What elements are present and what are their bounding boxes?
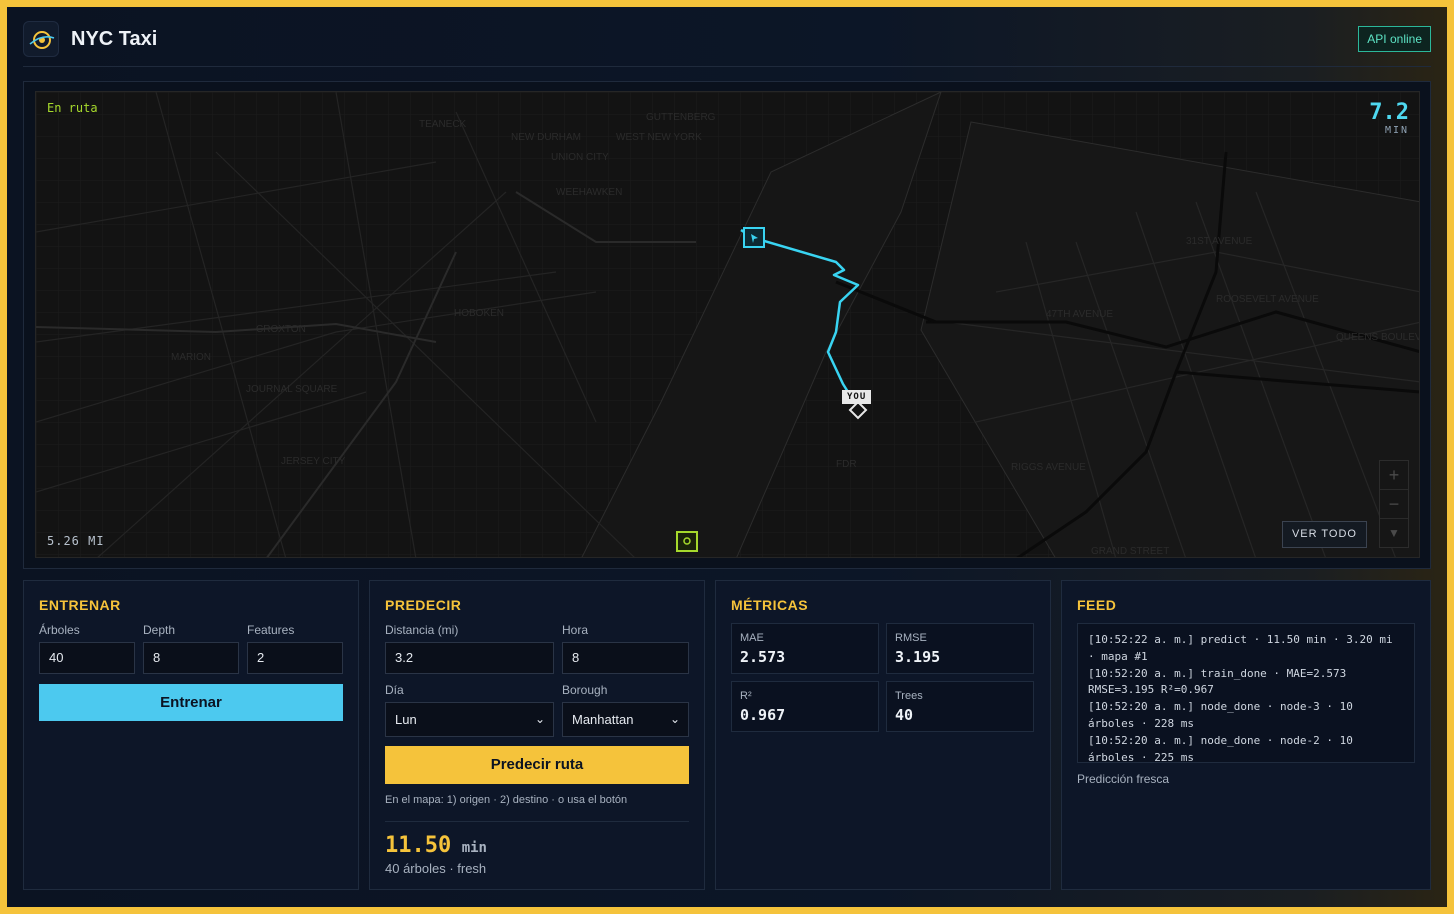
feed-entry: [10:52:20 a. m.] node_done · node-2 · 10… xyxy=(1088,733,1353,763)
map-label: QUEENS BOULEVARD xyxy=(1336,332,1420,343)
hour-label: Hora xyxy=(562,623,589,637)
train-button[interactable]: Entrenar xyxy=(39,684,343,721)
map-background: CROXTON MARION JOURNAL SQUARE JERSEY CIT… xyxy=(36,92,1420,557)
metric-mae: MAE 2.573 xyxy=(731,623,879,674)
predict-route-button[interactable]: Predecir ruta xyxy=(385,746,689,784)
feed-entry: [10:52:20 a. m.] node_done · node-3 · 10… xyxy=(1088,700,1353,730)
feed-entry: [10:52:20 a. m.] train_done · MAE=2.573 … xyxy=(1088,666,1347,697)
metric-value: 0.967 xyxy=(740,706,786,724)
map-label: HOBOKEN xyxy=(454,308,504,319)
trees-label: Árboles xyxy=(39,623,80,637)
borough-select-value: Manhattan xyxy=(572,712,634,727)
metric-value: 3.195 xyxy=(895,648,941,666)
chevron-down-icon: ⌄ xyxy=(669,712,680,726)
zoom-in-button[interactable]: + xyxy=(1380,461,1408,490)
features-input[interactable]: 2 xyxy=(247,642,343,674)
map-label: FDR xyxy=(836,459,857,470)
metric-label: RMSE xyxy=(895,632,927,644)
map-panel: CROXTON MARION JOURNAL SQUARE JERSEY CIT… xyxy=(23,81,1431,569)
api-status-badge: API online xyxy=(1358,26,1431,52)
you-marker-label: YOU xyxy=(842,390,872,404)
origin-marker-icon[interactable] xyxy=(743,227,765,248)
predict-panel: PREDECIR Distancia (mi) Hora 3.2 8 Día B… xyxy=(369,580,705,890)
map-label: GUTTENBERG xyxy=(646,112,716,123)
prediction-result: 11.50 min xyxy=(385,833,487,858)
day-label: Día xyxy=(385,683,404,697)
metric-value: 2.573 xyxy=(740,648,786,666)
map-label: TEANECK xyxy=(419,119,467,130)
prediction-meta: 40 árboles · fresh xyxy=(385,861,487,876)
app-title: NYC Taxi xyxy=(71,28,158,50)
train-title: ENTRENAR xyxy=(39,597,121,613)
map-label: UNION CITY xyxy=(551,152,609,163)
depth-input[interactable]: 8 xyxy=(143,642,239,674)
metrics-panel: MÉTRICAS MAE 2.573 RMSE 3.195 R² 0.967 T… xyxy=(715,580,1051,890)
metric-label: MAE xyxy=(740,632,764,644)
metric-rmse: RMSE 3.195 xyxy=(886,623,1034,674)
borough-label: Borough xyxy=(562,683,608,697)
eta-value: 7.2 xyxy=(1369,100,1409,125)
metric-label: R² xyxy=(740,690,752,702)
trees-input[interactable]: 40 xyxy=(39,642,135,674)
feed-title: FEED xyxy=(1077,597,1117,613)
metric-value: 40 xyxy=(895,706,914,724)
metric-label: Trees xyxy=(895,690,923,702)
distance-label: Distancia (mi) xyxy=(385,623,459,637)
feed-log[interactable]: [10:52:22 a. m.] predict · 11.50 min · 3… xyxy=(1077,623,1415,763)
app-frame: NYC Taxi API online CROXTON MARION JOURN… xyxy=(7,7,1447,907)
divider xyxy=(385,821,689,822)
map-label: GRAND STREET xyxy=(1091,546,1169,557)
compass-reset-button[interactable]: ▼ xyxy=(1380,519,1408,548)
metric-trees: Trees 40 xyxy=(886,681,1034,732)
map-label: WEST NEW YORK xyxy=(616,132,702,143)
zoom-out-button[interactable]: − xyxy=(1380,490,1408,519)
hour-input[interactable]: 8 xyxy=(562,642,689,674)
features-label: Features xyxy=(247,623,295,637)
map-label: 47TH AVENUE xyxy=(1046,309,1113,320)
map-label: ROOSEVELT AVENUE xyxy=(1216,294,1319,305)
map-hint: En el mapa: 1) origen · 2) destino · o u… xyxy=(385,794,628,806)
metrics-title: MÉTRICAS xyxy=(731,597,809,613)
map-label: MARION xyxy=(171,352,211,363)
prediction-value: 11.50 xyxy=(385,833,452,858)
feed-footer: Predicción fresca xyxy=(1077,772,1170,786)
map-label: 31ST AVENUE xyxy=(1186,236,1253,247)
predict-title: PREDECIR xyxy=(385,597,462,613)
map-label: NEW DURHAM xyxy=(511,132,581,143)
app-logo xyxy=(23,21,59,57)
feed-panel: FEED [10:52:22 a. m.] predict · 11.50 mi… xyxy=(1061,580,1431,890)
day-select-value: Lun xyxy=(395,712,417,727)
map-label: JERSEY CITY xyxy=(281,456,346,467)
map-label: CROXTON xyxy=(256,324,306,335)
train-panel: ENTRENAR Árboles Depth Features 40 8 2 E… xyxy=(23,580,359,890)
map-label: RIGGS AVENUE xyxy=(1011,462,1086,473)
day-select[interactable]: Lun ⌄ xyxy=(385,702,554,737)
chevron-down-icon: ⌄ xyxy=(534,712,545,726)
map-label: JOURNAL SQUARE xyxy=(246,384,338,395)
route-distance: 5.26 MI xyxy=(47,534,105,548)
map-label: WEEHAWKEN xyxy=(556,187,622,198)
metric-r2: R² 0.967 xyxy=(731,681,879,732)
zoom-controls: + − ▼ xyxy=(1379,460,1409,548)
distance-input[interactable]: 3.2 xyxy=(385,642,554,674)
view-all-button[interactable]: VER TODO xyxy=(1281,521,1367,548)
depth-label: Depth xyxy=(143,623,176,637)
location-pin-icon[interactable] xyxy=(676,531,698,552)
eta-unit: MIN xyxy=(1384,125,1409,136)
header: NYC Taxi API online xyxy=(23,21,1431,67)
map-canvas[interactable]: CROXTON MARION JOURNAL SQUARE JERSEY CIT… xyxy=(35,91,1420,558)
route-status: En ruta xyxy=(47,101,98,115)
feed-entry: [10:52:22 a. m.] predict · 11.50 min · 3… xyxy=(1088,633,1393,663)
taxi-logo-icon xyxy=(29,31,55,49)
eta-display: 7.2 MIN xyxy=(1369,100,1409,136)
prediction-unit: min xyxy=(461,840,487,856)
borough-select[interactable]: Manhattan ⌄ xyxy=(562,702,689,737)
